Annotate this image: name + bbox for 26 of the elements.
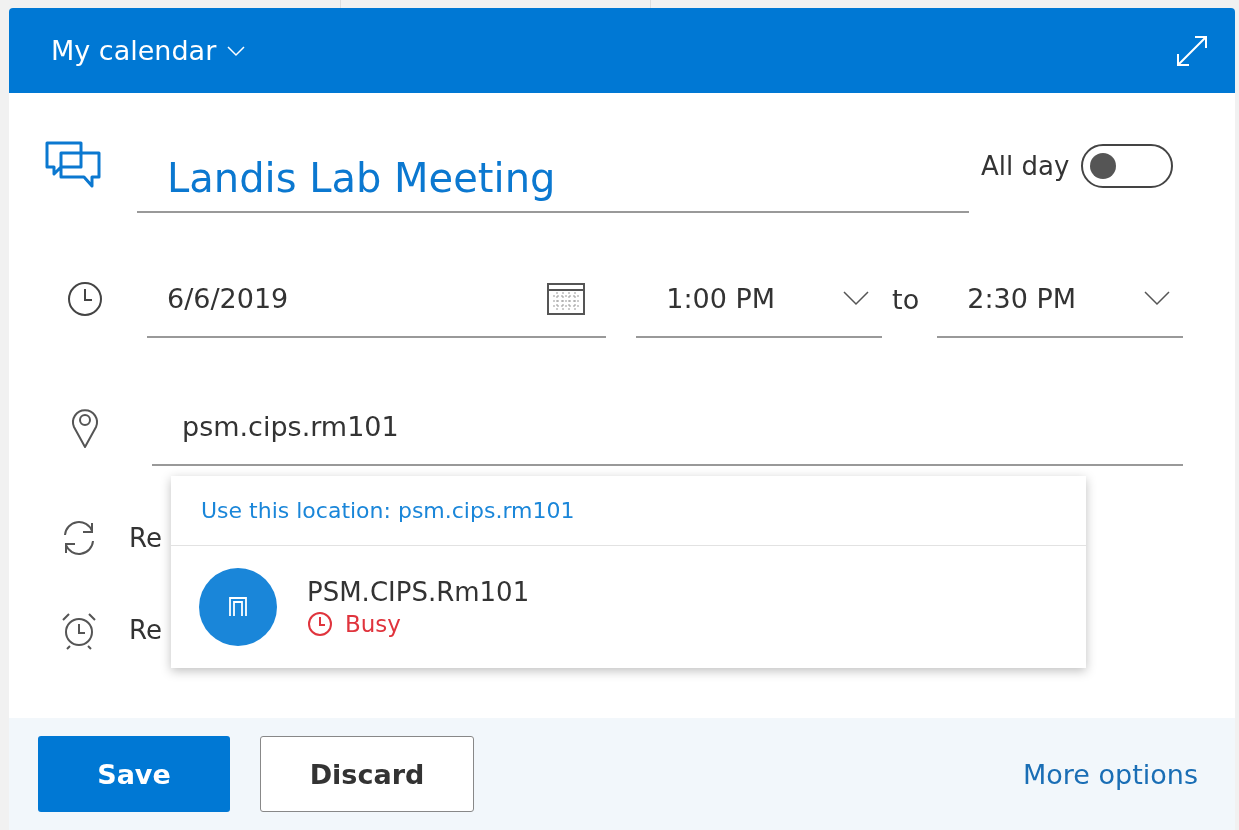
calendar-icon: [546, 280, 587, 316]
location-field[interactable]: psm.cips.rm101: [152, 388, 1183, 466]
chevron-down-icon: [842, 290, 871, 306]
reminder-label: Re: [129, 615, 162, 645]
expand-icon[interactable]: [1175, 33, 1209, 68]
clock-icon: [307, 611, 333, 637]
start-time-dropdown[interactable]: 1:00 PM: [636, 260, 883, 338]
all-day-toggle[interactable]: [1081, 143, 1174, 188]
save-button[interactable]: Save: [38, 736, 230, 812]
repeat-label: Re: [129, 523, 162, 553]
all-day-label: All day: [981, 150, 1070, 181]
chevron-down-icon: [1143, 290, 1171, 306]
clock-icon: [65, 279, 105, 319]
calendar-dropdown[interactable]: My calendar: [51, 35, 247, 66]
use-location-option[interactable]: Use this location: psm.cips.rm101: [171, 476, 1086, 546]
to-label: to: [892, 283, 920, 315]
title-field[interactable]: Landis Lab Meeting: [137, 140, 969, 213]
room-name: PSM.CIPS.Rm101: [307, 577, 530, 607]
end-time-dropdown[interactable]: 2:30 PM: [937, 260, 1183, 338]
more-options-link[interactable]: More options: [1023, 758, 1198, 790]
room-option[interactable]: PSM.CIPS.Rm101 Busy: [171, 546, 1086, 668]
room-avatar-icon: [199, 568, 277, 646]
busy-status: Busy: [345, 611, 401, 637]
chevron-down-icon: [226, 44, 247, 57]
discard-button[interactable]: Discard: [260, 736, 474, 812]
date-field[interactable]: 6/6/2019: [147, 260, 607, 338]
